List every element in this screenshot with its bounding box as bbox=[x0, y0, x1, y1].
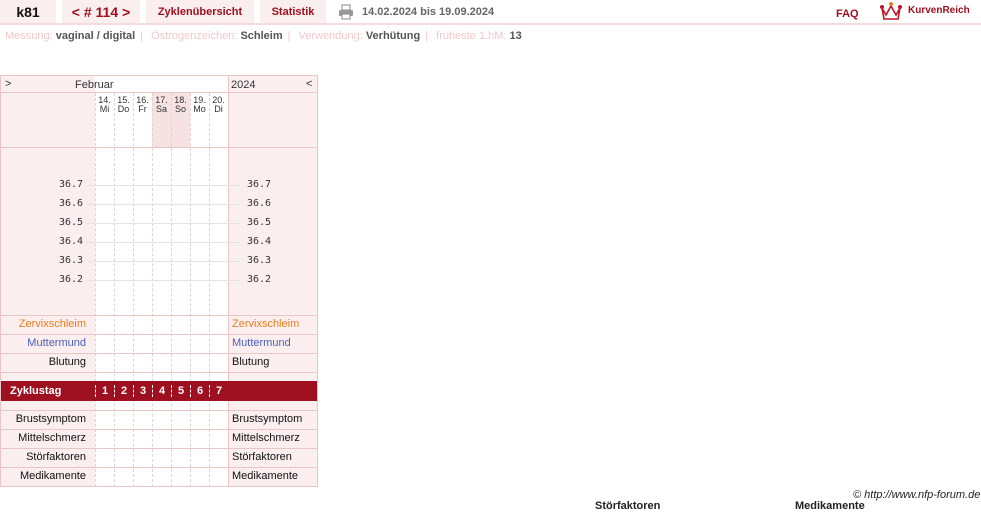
info-label: Verwendung: bbox=[298, 30, 363, 42]
info-label: Messung: bbox=[5, 30, 53, 42]
date-range: 14.02.2024 bis 19.09.2024 bbox=[362, 6, 495, 18]
info-label: Östrogenzeichen: bbox=[151, 30, 238, 42]
day-gridline bbox=[190, 93, 191, 487]
cut-off-label: Störfaktoren bbox=[595, 500, 661, 512]
day-weekday: Sa bbox=[155, 104, 167, 114]
cycle-day-number: 3 bbox=[133, 385, 152, 397]
cycle-day-number: 1 bbox=[95, 385, 114, 397]
row-border bbox=[1, 467, 317, 468]
temp-tick-label-right: 36.7 bbox=[247, 179, 272, 190]
day-weekday: Mo bbox=[193, 104, 206, 114]
day-gridline bbox=[133, 93, 134, 487]
breast-symptom-label-left: Brustsymptom bbox=[15, 413, 86, 425]
temp-tick-label-left: 36.5 bbox=[59, 217, 86, 228]
day-gridline bbox=[95, 93, 96, 487]
temp-gridline bbox=[87, 261, 240, 262]
prev-month-button[interactable]: > bbox=[5, 78, 11, 90]
info-value: Verhütung bbox=[365, 30, 421, 42]
month-label: Februar bbox=[75, 79, 114, 91]
faq-link[interactable]: FAQ bbox=[836, 8, 859, 20]
temp-tick-label-right: 36.3 bbox=[247, 255, 272, 266]
mittelschmerz-label-left: Mittelschmerz bbox=[18, 432, 86, 444]
day-weekday: Fr bbox=[138, 104, 147, 114]
row-border bbox=[1, 410, 317, 411]
bleeding-label-right: Blutung bbox=[232, 356, 270, 368]
temp-gridline bbox=[87, 223, 240, 224]
next-month-button[interactable]: < bbox=[306, 78, 312, 90]
row-border bbox=[1, 334, 317, 335]
cycle-day-number: 2 bbox=[114, 385, 133, 397]
column-divider bbox=[228, 75, 229, 487]
temp-tick-label-right: 36.2 bbox=[247, 274, 272, 285]
temp-tick-label-right: 36.5 bbox=[247, 217, 272, 228]
cycle-day-number: 6 bbox=[190, 385, 209, 397]
day-gridline bbox=[209, 93, 210, 487]
temp-tick-label-left: 36.3 bbox=[59, 255, 86, 266]
disturbance-label-left: Störfaktoren bbox=[26, 451, 86, 463]
mittelschmerz-label-right: Mittelschmerz bbox=[232, 432, 300, 444]
medication-label-right: Medikamente bbox=[232, 470, 299, 482]
breast-symptom-label-right: Brustsymptom bbox=[232, 413, 303, 425]
cycle-day-number: 7 bbox=[209, 385, 228, 397]
cut-off-label: Medikamente bbox=[795, 500, 865, 512]
username-tab[interactable]: k81 bbox=[0, 0, 56, 23]
cycle-day-number: 4 bbox=[152, 385, 171, 397]
row-border bbox=[1, 448, 317, 449]
day-weekday: Di bbox=[214, 104, 223, 114]
temp-gridline bbox=[87, 280, 240, 281]
info-value: Schleim bbox=[240, 30, 283, 42]
header-divider bbox=[1, 147, 317, 148]
cervix-label-left: Muttermund bbox=[27, 337, 86, 349]
cycle-info: Messung: vaginal / digital | Östrogenzeic… bbox=[5, 30, 522, 42]
temp-gridline bbox=[87, 242, 240, 243]
day-weekday: So bbox=[174, 104, 186, 114]
month-header-row bbox=[1, 76, 317, 93]
day-gridline bbox=[171, 93, 172, 487]
crown-logo-icon[interactable] bbox=[880, 1, 902, 21]
day-gridline bbox=[114, 93, 115, 487]
temp-tick-label-left: 36.7 bbox=[59, 179, 86, 190]
cycle-day-number: 5 bbox=[171, 385, 190, 397]
top-bar: k81 < # 114 > Zyklenübersicht Statistik … bbox=[0, 0, 981, 25]
temp-tick-label-left: 36.4 bbox=[59, 236, 86, 247]
temp-gridline bbox=[87, 204, 240, 205]
day-weekday: Mi bbox=[99, 104, 110, 114]
info-value: vaginal / digital bbox=[55, 30, 136, 42]
disturbance-label-right: Störfaktoren bbox=[232, 451, 292, 463]
cycle-day-label: Zyklustag bbox=[10, 385, 62, 397]
row-border bbox=[1, 353, 317, 354]
year-label: 2024 bbox=[231, 79, 256, 91]
copyright-footer: © http://www.nfp-forum.de bbox=[853, 489, 981, 501]
info-value: 13 bbox=[509, 30, 522, 42]
bleeding-label-left: Blutung bbox=[48, 356, 86, 368]
row-border bbox=[1, 372, 317, 373]
temp-tick-label-left: 36.6 bbox=[59, 198, 86, 209]
cervical-mucus-label-right: Zervixschleim bbox=[232, 318, 300, 330]
cervix-label-right: Muttermund bbox=[232, 337, 291, 349]
row-border bbox=[1, 429, 317, 430]
cycle-navigation[interactable]: < # 114 > bbox=[62, 0, 140, 23]
tab-cycle-overview[interactable]: Zyklenübersicht bbox=[146, 0, 254, 23]
separator: | bbox=[287, 30, 291, 42]
medication-label-left: Medikamente bbox=[19, 470, 86, 482]
cycle-chart: > Februar 2024 <14. Mi 15. Do 16. Fr 17. Sa 18. So 19… bbox=[0, 0, 981, 506]
temp-gridline bbox=[87, 185, 240, 186]
brand-name[interactable]: KurvenReich bbox=[908, 5, 970, 16]
temp-tick-label-left: 36.2 bbox=[59, 274, 86, 285]
temp-tick-label-right: 36.4 bbox=[247, 236, 272, 247]
separator: | bbox=[140, 30, 144, 42]
info-label: früheste 1.hM: bbox=[436, 30, 507, 42]
row-border bbox=[1, 315, 317, 316]
day-gridline bbox=[152, 93, 153, 487]
tab-statistics[interactable]: Statistik bbox=[260, 0, 326, 23]
cervical-mucus-label-left: Zervixschleim bbox=[18, 318, 86, 330]
separator: | bbox=[425, 30, 429, 42]
day-weekday: Do bbox=[117, 104, 130, 114]
printer-icon[interactable] bbox=[338, 4, 354, 20]
temp-tick-label-right: 36.6 bbox=[247, 198, 272, 209]
